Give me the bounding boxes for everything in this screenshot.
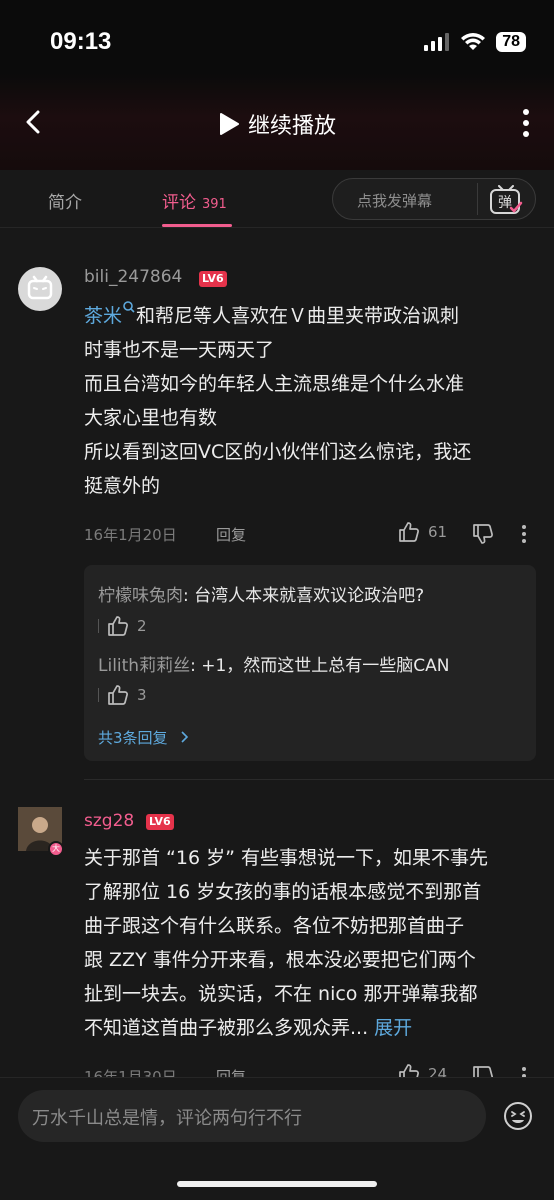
sub-like-button[interactable]: 3 bbox=[98, 684, 147, 706]
comment-divider bbox=[84, 779, 554, 780]
thumbs-up-icon bbox=[399, 522, 419, 542]
thumbs-up-icon bbox=[108, 616, 128, 636]
sub-replies: 柠檬味兔肉: 台湾人本来就喜欢议论政治吧? 2 Lilith莉莉丝: +1，然而… bbox=[84, 565, 536, 761]
comment-line: 时事也不是一天两天了 bbox=[84, 339, 275, 361]
thumbs-down-icon[interactable] bbox=[472, 523, 494, 545]
comment-line-text: 和帮尼等人喜欢在Ｖ曲里夹带政治讽刺 bbox=[136, 305, 460, 327]
sub-like-button[interactable]: 2 bbox=[98, 615, 147, 637]
wifi-icon bbox=[461, 33, 486, 50]
tab-intro[interactable]: 简介 bbox=[48, 188, 82, 213]
like-count: 24 bbox=[428, 1065, 448, 1077]
separator bbox=[98, 619, 99, 633]
signal-icon bbox=[424, 33, 450, 51]
expand-link[interactable]: 展开 bbox=[374, 1017, 412, 1039]
play-icon bbox=[220, 113, 239, 135]
sub-like-count: 3 bbox=[137, 686, 147, 704]
like-button[interactable]: 24 bbox=[398, 1063, 447, 1077]
sub-reply-text: : 台湾人本来就喜欢议论政治吧? bbox=[183, 586, 425, 606]
danmaku-toggle-icon[interactable]: 弹 bbox=[489, 185, 523, 215]
sub-like-count: 2 bbox=[137, 617, 147, 635]
thumbs-up-icon bbox=[399, 1064, 419, 1077]
comment-line: 大家心里也有数 bbox=[84, 407, 218, 429]
sub-reply[interactable]: 柠檬味兔肉: 台湾人本来就喜欢议论政治吧? bbox=[98, 581, 424, 606]
comment-username[interactable]: szg28 bbox=[84, 811, 134, 831]
danmaku-divider bbox=[477, 183, 478, 215]
avatar[interactable] bbox=[18, 267, 62, 311]
reply-button[interactable]: 回复 bbox=[216, 1066, 246, 1077]
status-icons: 78 bbox=[424, 32, 526, 52]
active-tab-indicator bbox=[162, 224, 232, 227]
sub-reply-text: : +1，然而这世上总有一些脑CAN bbox=[190, 656, 450, 676]
like-count: 61 bbox=[428, 523, 448, 541]
mention-link[interactable]: 茶米 bbox=[84, 305, 122, 327]
continue-play-label: 继续播放 bbox=[248, 114, 337, 139]
view-all-replies-link[interactable]: 共3条回复 bbox=[98, 727, 190, 748]
danmaku-placeholder: 点我发弹幕 bbox=[357, 192, 433, 210]
comment-input-placeholder: 万水千山总是情，评论两句行不行 bbox=[32, 1108, 302, 1129]
tab-comments-label: 评论 bbox=[162, 193, 196, 213]
comment-more-icon[interactable] bbox=[521, 524, 527, 544]
comment-line: 茶米 和帮尼等人喜欢在Ｖ曲里夹带政治讽刺 bbox=[84, 299, 534, 333]
back-icon[interactable] bbox=[18, 106, 50, 138]
level-badge: LV6 bbox=[146, 814, 174, 830]
emoji-icon[interactable] bbox=[502, 1100, 534, 1132]
sub-reply-user[interactable]: Lilith莉莉丝 bbox=[98, 656, 190, 676]
comment-line: 跟 ZZY 事件分开来看，根本没必要把它们两个 bbox=[84, 949, 476, 971]
reply-button[interactable]: 回复 bbox=[216, 524, 246, 545]
danmaku-icon-label: 弹 bbox=[498, 195, 512, 211]
comment-date: 16年1月20日 bbox=[84, 526, 177, 544]
comment-line: 曲子跟这个有什么联系。各位不妨把那首曲子 bbox=[84, 915, 465, 937]
continue-play-button[interactable]: 继续播放 bbox=[218, 108, 336, 140]
comment-count: 391 bbox=[202, 197, 227, 212]
view-all-label: 共3条回复 bbox=[98, 729, 168, 747]
separator bbox=[98, 688, 99, 702]
comment-username[interactable]: bili_247864 bbox=[84, 267, 182, 287]
comment-line: 关于那首 “16 岁” 有些事想说一下，如果不事先 bbox=[84, 847, 488, 869]
status-time: 09:13 bbox=[50, 28, 112, 55]
thumbs-down-icon[interactable] bbox=[472, 1065, 494, 1077]
tabs-bar: 简介 评论 391 点我发弹幕 弹 bbox=[0, 170, 554, 228]
vip-badge: 大 bbox=[48, 841, 64, 857]
status-bar: 09:13 78 bbox=[0, 0, 554, 74]
comment-line: 不知道这首曲子被那么多观众弄... 展开 bbox=[84, 1011, 534, 1045]
comment-line: 所以看到这回VC区的小伙伴们这么惊诧，我还 bbox=[84, 441, 472, 463]
chevron-right-icon bbox=[181, 731, 189, 743]
comment-line: 而且台湾如今的年轻人主流思维是个什么水准 bbox=[84, 373, 465, 395]
comment-date: 16年1月30日 bbox=[84, 1068, 177, 1077]
search-icon bbox=[123, 301, 135, 313]
comment-line: 挺意外的 bbox=[84, 475, 161, 497]
comment-line: 了解那位 16 岁女孩的事的话根本感觉不到那首 bbox=[84, 881, 482, 903]
home-indicator bbox=[177, 1181, 377, 1187]
comment-line-text: 不知道这首曲子被那么多观众弄... bbox=[84, 1017, 369, 1039]
comment-list: bili_247864 LV6 茶米 和帮尼等人喜欢在Ｖ曲里夹带政治讽刺 时事也不… bbox=[0, 229, 554, 1077]
sub-reply-user[interactable]: 柠檬味兔肉 bbox=[98, 586, 183, 606]
video-header: 继续播放 bbox=[0, 74, 554, 170]
danmaku-input[interactable]: 点我发弹幕 弹 bbox=[332, 178, 536, 220]
comment-body: 关于那首 “16 岁” 有些事想说一下，如果不事先 了解那位 16 岁女孩的事的… bbox=[84, 841, 534, 1045]
level-badge: LV6 bbox=[199, 271, 227, 287]
more-options-icon[interactable] bbox=[520, 108, 532, 138]
sub-reply[interactable]: Lilith莉莉丝: +1，然而这世上总有一些脑CAN bbox=[98, 651, 450, 676]
comment-input[interactable]: 万水千山总是情，评论两句行不行 bbox=[18, 1090, 486, 1142]
thumbs-up-icon bbox=[108, 685, 128, 705]
default-avatar-icon bbox=[27, 275, 53, 300]
like-button[interactable]: 61 bbox=[398, 521, 447, 543]
battery-indicator: 78 bbox=[496, 32, 526, 52]
comment-more-icon[interactable] bbox=[521, 1066, 527, 1077]
tab-comments[interactable]: 评论 391 bbox=[162, 188, 227, 213]
comment-body: 茶米 和帮尼等人喜欢在Ｖ曲里夹带政治讽刺 时事也不是一天两天了 而且台湾如今的年轻… bbox=[84, 299, 534, 503]
comment-line: 扯到一块去。说实话，不在 nico 那开弹幕我都 bbox=[84, 983, 478, 1005]
